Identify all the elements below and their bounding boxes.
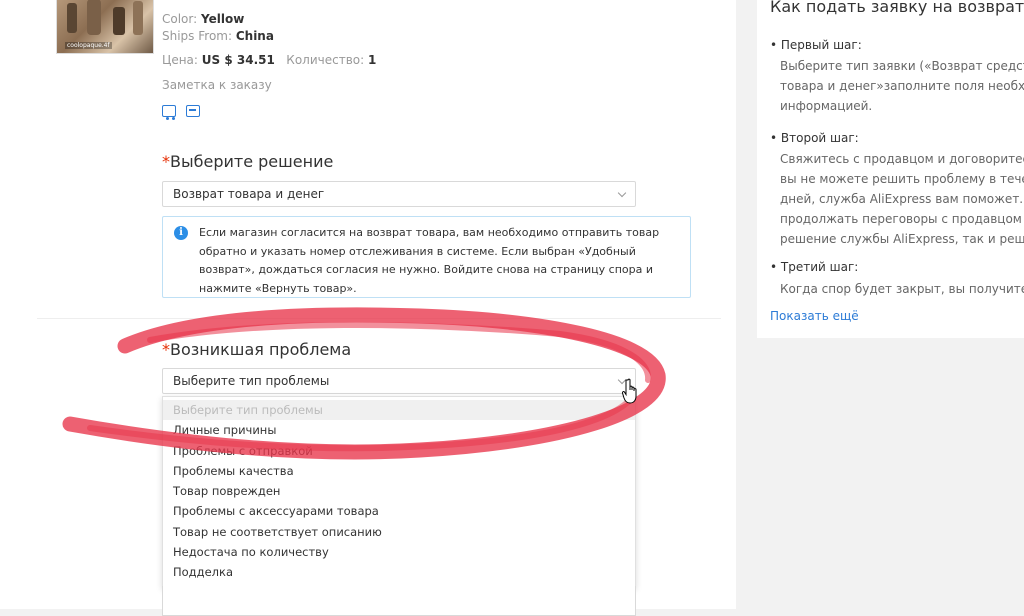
dropdown-option[interactable]: Личные причины (163, 420, 635, 440)
guide-step-title: • Третий шаг: (770, 260, 859, 274)
problem-label: *Возникшая проблема (162, 340, 352, 359)
next-field[interactable] (162, 586, 636, 616)
product-color: Color: Yellow (162, 12, 245, 26)
problem-dropdown: Выберите тип проблемы Личные причины Про… (162, 396, 636, 588)
show-more-link[interactable]: Показать ещё (770, 309, 859, 323)
solution-label: *Выберите решение (162, 152, 334, 171)
guide-step-title: • Второй шаг: (770, 131, 859, 145)
required-asterisk: * (162, 340, 170, 359)
guide-panel: Как подать заявку на возврат • Первый ша… (757, 0, 1024, 338)
solution-select[interactable]: Возврат товара и денег (162, 181, 636, 207)
dropdown-option[interactable]: Товар поврежден (163, 481, 635, 501)
guide-step-title: • Первый шаг: (770, 38, 862, 52)
dropdown-option[interactable]: Проблемы качества (163, 461, 635, 481)
guide-step-text: Свяжитесь с продавцом и договоритесь вы … (780, 152, 1024, 246)
product-ships-from: Ships From: China (162, 29, 274, 43)
info-icon: i (174, 226, 188, 240)
guide-title: Как подать заявку на возврат (770, 0, 1024, 16)
info-line: обратно и указать номер отслеживания в с… (199, 244, 636, 258)
thumbnail-watermark: coolopaque.4f (65, 42, 112, 49)
dropdown-option[interactable]: Товар не соответствует описанию (163, 522, 635, 542)
problem-select[interactable]: Выберите тип проблемы (162, 368, 636, 394)
dropdown-option[interactable]: Подделка (163, 562, 635, 582)
return-info-box: i Если магазин согласится на возврат тов… (162, 216, 691, 298)
order-icons (162, 105, 200, 121)
guide-step-text: Выберите тип заявки («Возврат средств то… (780, 59, 1024, 113)
required-asterisk: * (162, 152, 170, 171)
info-line: Если магазин согласится на возврат товар… (199, 226, 660, 239)
product-price-quantity: Цена: US $ 34.51 Количество: 1 (162, 53, 377, 67)
order-note-link[interactable]: Заметка к заказу (162, 78, 272, 92)
dispute-form-panel: coolopaque.4f Color: Yellow Ships From: … (0, 0, 736, 616)
shipping-truck-icon[interactable] (162, 105, 176, 120)
dropdown-option[interactable]: Проблемы с отправкой (163, 441, 635, 461)
product-thumbnail[interactable]: coolopaque.4f (56, 0, 154, 54)
info-line: возврат», дождаться согласия не нужно. В… (199, 263, 653, 276)
dropdown-option[interactable]: Проблемы с аксессуарами товара (163, 501, 635, 521)
dropdown-option[interactable]: Недостача по количеству (163, 542, 635, 562)
info-line: нажмите «Вернуть товар». (199, 281, 357, 295)
order-box-icon[interactable] (186, 105, 200, 117)
chevron-down-icon (617, 188, 627, 198)
guide-step-text: Когда спор будет закрыт, вы получите в (780, 282, 1024, 296)
dropdown-option-placeholder: Выберите тип проблемы (163, 400, 635, 421)
section-divider (37, 318, 721, 319)
hand-cursor-icon (621, 378, 637, 404)
